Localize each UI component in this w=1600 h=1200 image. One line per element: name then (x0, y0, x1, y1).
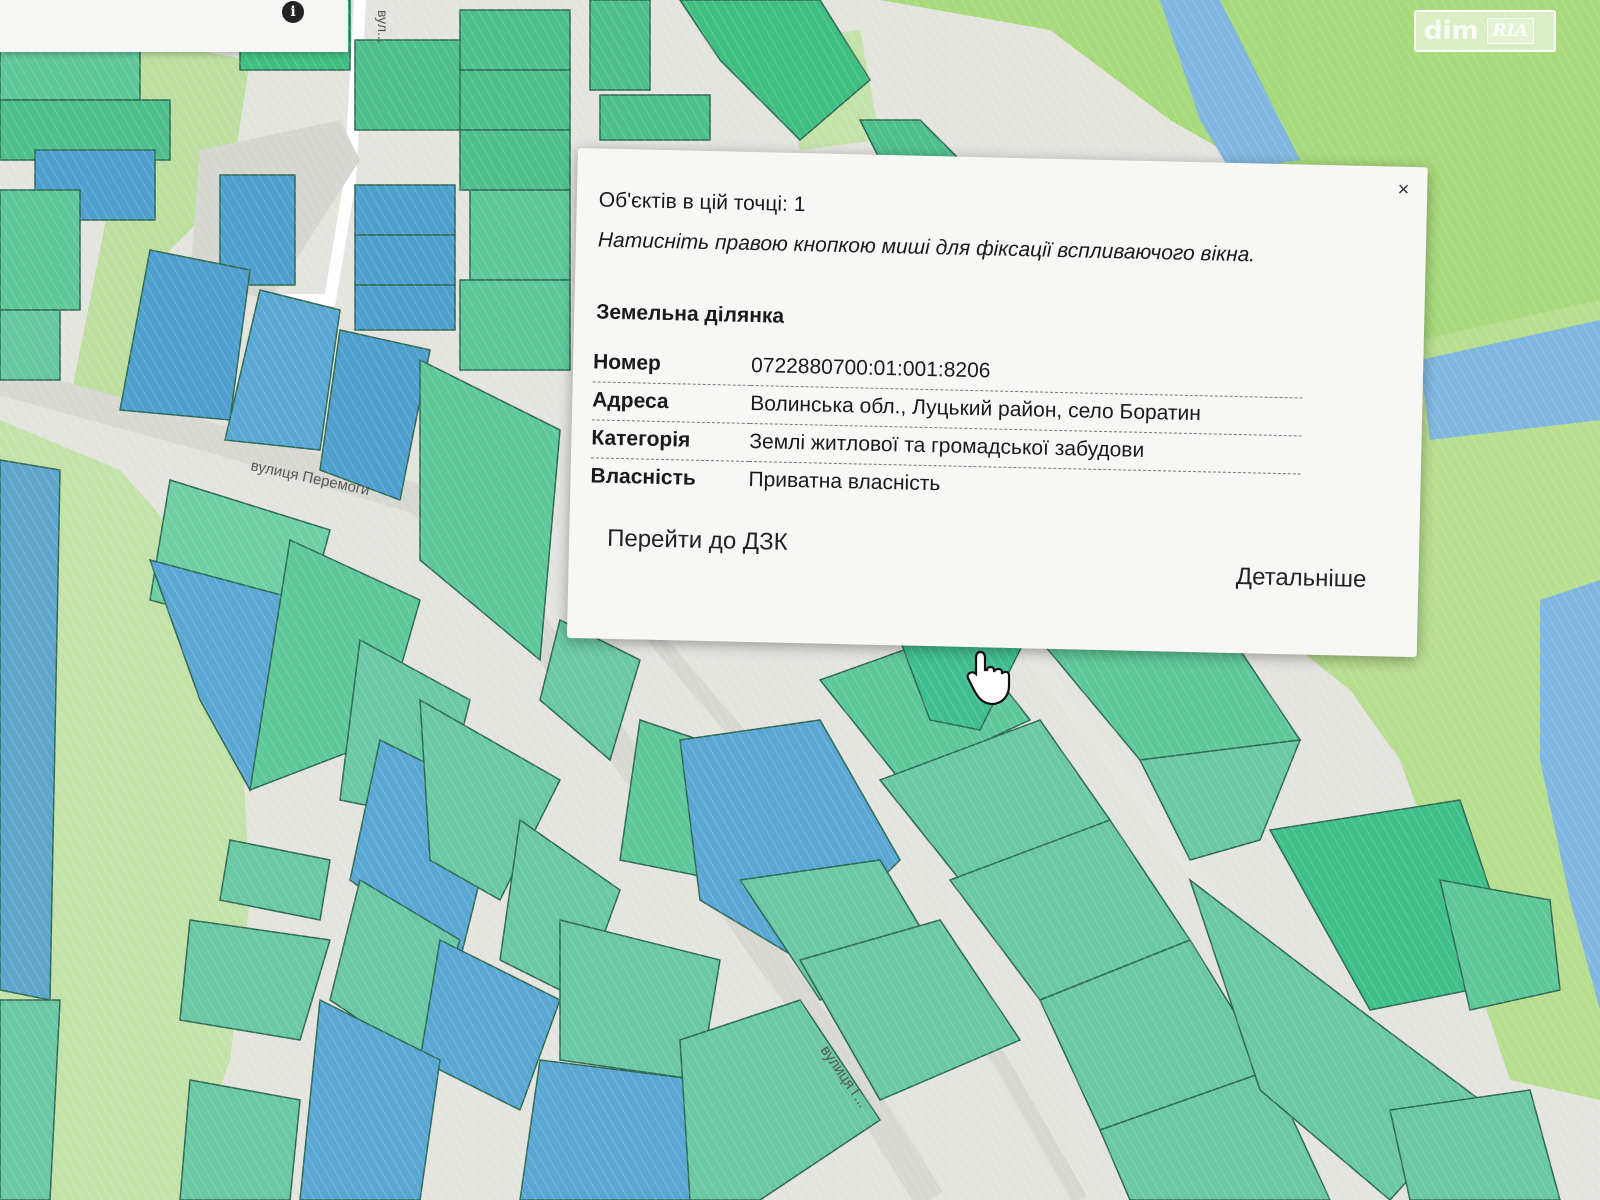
attribute-key: Номер (592, 344, 752, 386)
objects-count: Об'єктів в цій точці: 1 (598, 188, 806, 217)
watermark-left: dim (1424, 16, 1479, 46)
close-icon[interactable]: × (1397, 179, 1409, 202)
popup-title: Земельна ділянка (596, 300, 785, 328)
attribute-key: Адреса (591, 381, 751, 424)
watermark-logo: dim RIA (1414, 10, 1556, 52)
go-to-dzk-link[interactable]: Перейти до ДЗК (607, 525, 788, 557)
parcel-info-popup: × Об'єктів в цій точці: 1 Натисніть прав… (566, 148, 1428, 658)
parcel-attributes: Номер 0722880700:01:001:8206 Адреса Волинс… (590, 344, 1304, 511)
street-label: вул... (375, 10, 391, 44)
info-icon: i (282, 1, 304, 23)
info-button[interactable]: i (278, 0, 308, 24)
watermark-right: RIA (1486, 18, 1534, 44)
map-toolbar: i (0, 0, 348, 52)
attribute-key: Категорія (590, 419, 750, 462)
attribute-key: Власність (590, 464, 697, 490)
details-link[interactable]: Детальніше (1236, 563, 1367, 594)
popup-hint: Натисніть правою кнопкою миші для фіксац… (597, 228, 1256, 267)
